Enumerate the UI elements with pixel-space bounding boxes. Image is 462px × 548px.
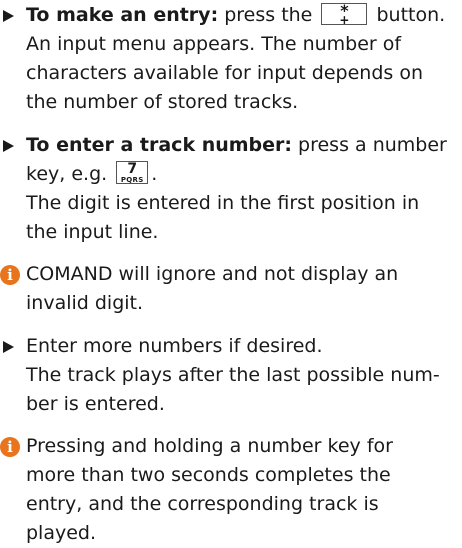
key-bottom-label: + [339,12,350,27]
bullet-triangle-icon [3,332,14,361]
body-line: entry, and the corresponding track is [26,493,379,515]
instruction-text: press a number [292,134,447,156]
body-line: Pressing and holding a number key for [26,435,393,457]
instruction-text: button. [370,4,446,26]
body-line: The digit is entered in the first positi… [26,192,420,214]
body-line: An input menu appears. The number of [26,33,402,55]
number-7-key-icon: 7 PQRS [116,161,149,184]
info-note-invalid-digit: i COMAND will ignore and not display an … [0,260,462,318]
instruction-enter-more: Enter more numbers if desired. The track… [0,332,462,419]
instruction-text: key, e.g. [26,163,114,185]
key-top-label: 7 [127,161,138,177]
bullet-triangle-icon [3,1,14,30]
body-line: COMAND will ignore and not display an [26,263,399,285]
body-line: the number of stored tracks. [26,91,299,113]
key-bottom-label: PQRS [120,176,144,184]
instruction-line: To make an entry: press the * + button. [26,1,458,30]
instruction-lead: To make an entry: [26,4,219,26]
info-icon: i [0,260,20,289]
info-note-hold-key: i Pressing and holding a number key for … [0,432,462,548]
body-line: characters available for input depends o… [26,62,424,84]
body-line: Enter more numbers if desired. [26,335,323,357]
body-line: played. [26,522,97,544]
instruction-line: key, e.g. 7 PQRS. [26,160,458,189]
body-line: The track plays after the last possible … [26,364,440,386]
body-line: the input line. [26,221,159,243]
document-page: To make an entry: press the * + button. A… [0,0,462,544]
body-line: ber is entered. [26,393,165,415]
body-line: more than two seconds completes the [26,464,391,486]
star-key-icon: * + [321,2,368,27]
instruction-text: press the [218,4,313,26]
instruction-make-entry: To make an entry: press the * + button. A… [0,1,462,117]
info-icon: i [0,432,20,461]
instruction-lead: To enter a track number: [26,134,292,156]
instruction-line: To enter a track number: press a number [26,131,458,160]
instruction-enter-track: To enter a track number: press a number … [0,131,462,247]
body-line: invalid digit. [26,292,144,314]
bullet-triangle-icon [3,131,14,160]
instruction-text: . [151,163,158,185]
